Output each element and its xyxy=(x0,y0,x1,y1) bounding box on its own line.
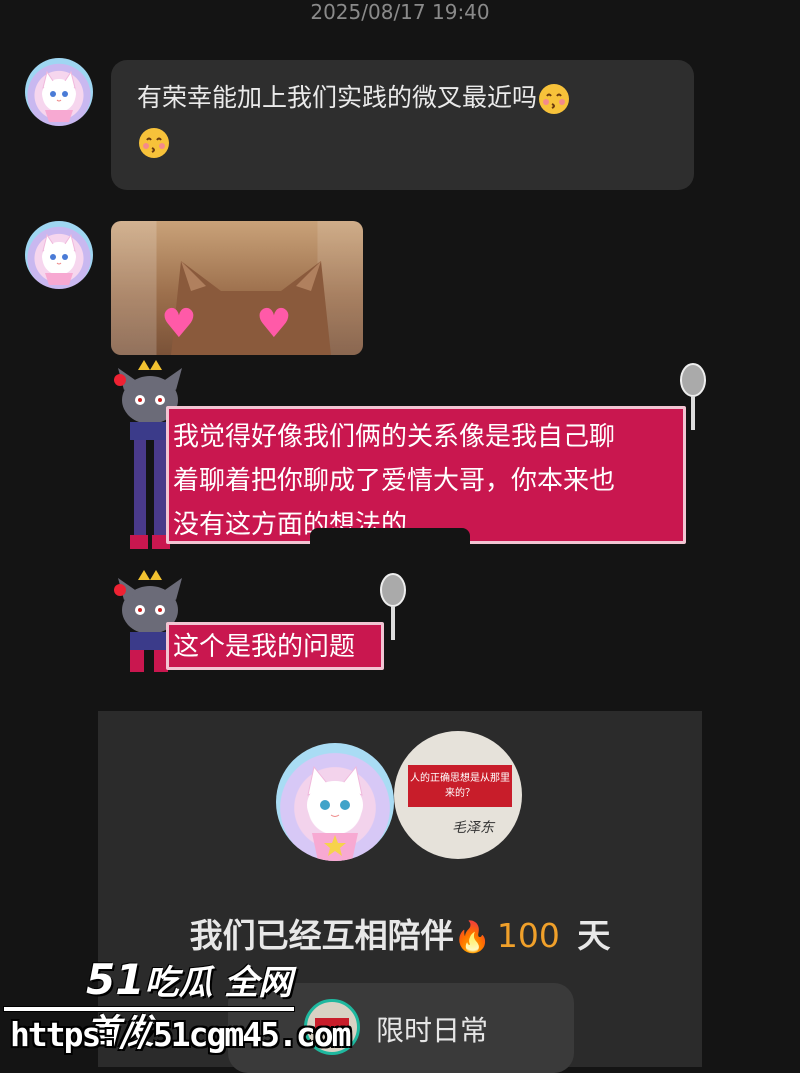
companion-prefix: 我们已经互相陪伴 xyxy=(189,916,454,955)
message-text-line: 着聊着把你聊成了爱情大哥，你本来也 xyxy=(173,466,616,496)
cat-avatar-icon[interactable] xyxy=(25,221,93,289)
watermark: 51吃瓜 全网首发 https://51cgm45.com xyxy=(0,955,351,1065)
note-signature: 毛泽东 xyxy=(452,820,494,836)
companion-days-text: 我们已经互相陪伴🔥 100 天 xyxy=(98,909,702,957)
message-timestamp: 2025/08/17 19:40 xyxy=(310,0,490,24)
message-text: 这个是我的问题 xyxy=(173,632,356,662)
image-message[interactable]: ♥ ♥ xyxy=(111,221,363,355)
companion-days: 100 xyxy=(496,916,560,955)
frying-pan-icon xyxy=(380,573,406,640)
message-text: 有荣幸能加上我们实践的微叉最近吗 xyxy=(137,83,538,112)
fire-icon: 🔥 xyxy=(453,920,491,955)
cat-avatar-icon[interactable] xyxy=(25,58,93,126)
heart-icon: ♥ xyxy=(161,301,197,347)
heart-icon: ♥ xyxy=(256,301,292,347)
kissing-emoji-icon xyxy=(537,82,571,116)
sticker-text-bubble[interactable]: 这个是我的问题 xyxy=(166,622,384,670)
message-bubble[interactable]: 有荣幸能加上我们实践的微叉最近吗 xyxy=(111,60,694,190)
watermark-url: https://51cgm45.com xyxy=(10,1015,351,1054)
kissing-emoji-icon xyxy=(137,126,171,160)
watermark-divider xyxy=(4,1007,294,1011)
note-text: 人的正确思想是从那里来的？ xyxy=(408,765,512,807)
message-text-line: 我觉得好像我们俩的关系像是我自己聊 xyxy=(173,422,616,452)
companion-unit: 天 xyxy=(577,916,611,955)
note-avatar-icon: 人的正确思想是从那里来的？ 毛泽东 xyxy=(394,731,522,859)
pill-label: 限时日常 xyxy=(376,1014,489,1047)
cat-avatar-icon xyxy=(276,743,394,861)
sticker-text-bubble[interactable]: 我觉得好像我们俩的关系像是我自己聊 着聊着把你聊成了爱情大哥，你本来也 没有这方… xyxy=(166,406,686,544)
frying-pan-icon xyxy=(680,363,706,430)
scribble-redaction xyxy=(310,528,470,552)
